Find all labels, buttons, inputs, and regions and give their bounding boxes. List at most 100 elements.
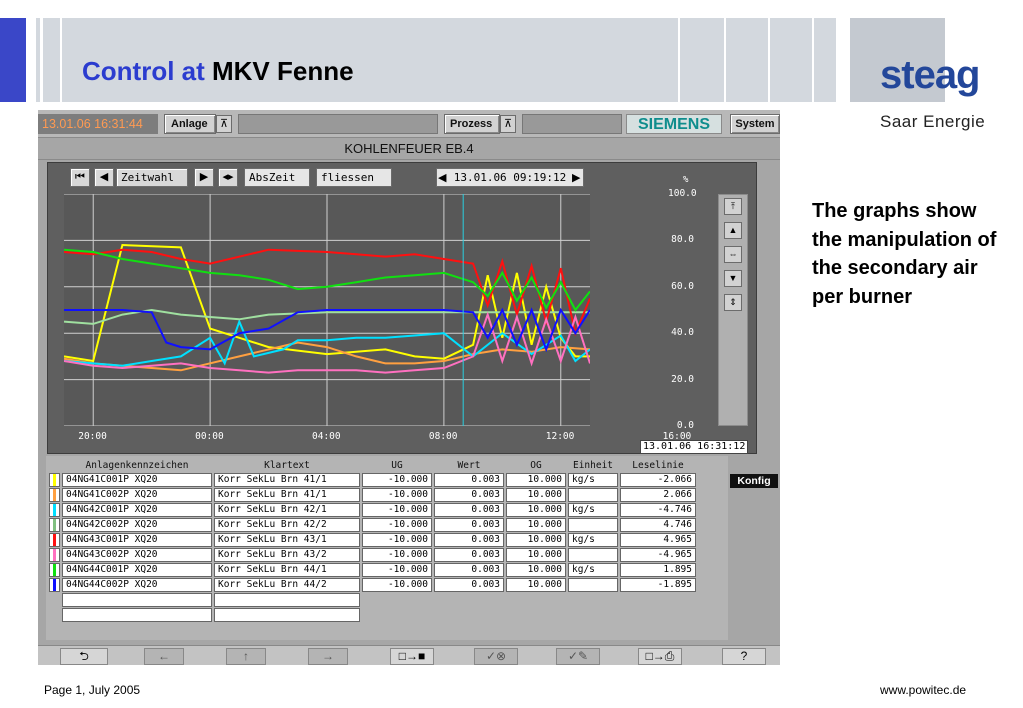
title-part-1: Control at (82, 56, 205, 86)
einheit-cell (568, 488, 618, 502)
tag-cell: 04NG42C002P XQ20 (62, 518, 212, 532)
einheit-cell (568, 518, 618, 532)
wert-cell: 0.003 (434, 548, 504, 562)
prev-page-icon[interactable]: ◀ (94, 168, 114, 187)
table-row[interactable]: 04NG43C001P XQ20 Korr SekLu Brn 43/1 -10.0… (49, 533, 696, 547)
y-tick-label: 20.0 (671, 373, 694, 385)
leselinie-cell: 2.066 (620, 488, 696, 502)
empty-cell[interactable] (62, 608, 212, 622)
klartext-cell: Korr SekLu Brn 43/2 (214, 548, 360, 562)
pin-icon[interactable]: ⊼ (216, 115, 232, 133)
x-tick-label: 12:00 (545, 431, 575, 442)
zoom-top-icon[interactable]: ⤒ (724, 198, 742, 215)
scada-window: 13.01.06 16:31:44 Anlage ⊼ Prozess ⊼ SIE… (38, 110, 780, 665)
x-tick-label: 08:00 (428, 431, 458, 442)
og-cell: 10.000 (506, 503, 566, 517)
up-button[interactable]: ↑ (226, 648, 266, 665)
konfig-button[interactable]: Konfig (730, 474, 778, 488)
slide-title: Control at MKV Fenne (82, 56, 354, 87)
zoom-both-icon[interactable]: ⇕ (724, 294, 742, 311)
tag-cell: 04NG44C001P XQ20 (62, 563, 212, 577)
forward-button[interactable]: → (308, 648, 348, 665)
cursor-left-icon[interactable]: ◀ (438, 171, 446, 184)
table-row[interactable]: 04NG42C002P XQ20 Korr SekLu Brn 42/2 -10.0… (49, 518, 696, 532)
prozess-label: Prozess (450, 118, 493, 130)
abszeit-field[interactable]: AbsZeit (244, 168, 310, 187)
table-row[interactable]: 04NG42C001P XQ20 Korr SekLu Brn 42/1 -10.0… (49, 503, 696, 517)
logo-subtitle: Saar Energie (880, 112, 986, 131)
first-page-icon[interactable]: ⏮ (70, 168, 90, 187)
einheit-cell (568, 578, 618, 592)
empty-cell[interactable] (62, 593, 212, 607)
prozess-button[interactable]: Prozess (444, 114, 500, 134)
wert-cell: 0.003 (434, 473, 504, 487)
color-swatch (49, 533, 60, 547)
series-color-swatch (53, 504, 56, 516)
fliessen-field[interactable]: fliessen (316, 168, 392, 187)
system-button[interactable]: System (730, 114, 780, 134)
header-leselinie: Leselinie (632, 460, 684, 471)
split-icon[interactable]: ◂▸ (218, 168, 238, 187)
empty-cell (49, 593, 60, 607)
series-color-swatch (53, 579, 56, 591)
ug-cell: -10.000 (362, 533, 432, 547)
steag-logo: steag (880, 53, 980, 97)
empty-row (49, 593, 696, 607)
ug-cell: -10.000 (362, 548, 432, 562)
tag-cell: 04NG42C001P XQ20 (62, 503, 212, 517)
series-color-swatch (53, 534, 56, 546)
wert-cell: 0.003 (434, 563, 504, 577)
color-swatch (49, 548, 60, 562)
zeitwahl-button[interactable]: Zeitwahl (116, 168, 188, 187)
header-swatch (49, 459, 60, 472)
leselinie-cell: 4.746 (620, 518, 696, 532)
export-button[interactable]: □→■ (390, 648, 434, 665)
klartext-cell: Korr SekLu Brn 44/1 (214, 563, 360, 577)
back-button[interactable]: ← (144, 648, 184, 665)
pin-icon[interactable]: ⊼ (500, 115, 516, 133)
prozess-field (522, 114, 622, 134)
header-tag: Anlagenkennzeichen (85, 460, 189, 471)
current-time-stamp: 13.01.06 16:31:12 (640, 440, 748, 454)
ug-cell: -10.000 (362, 503, 432, 517)
ug-cell: -10.000 (362, 488, 432, 502)
anlage-button[interactable]: Anlage (164, 114, 216, 134)
tag-cell: 04NG44C002P XQ20 (62, 578, 212, 592)
slide-description: The graphs show the manipulation of the … (812, 200, 997, 308)
tag-cell: 04NG43C001P XQ20 (62, 533, 212, 547)
og-cell: 10.000 (506, 578, 566, 592)
klartext-cell: Korr SekLu Brn 41/1 (214, 473, 360, 487)
leselinie-cell: -4.746 (620, 503, 696, 517)
table-row[interactable]: 04NG44C002P XQ20 Korr SekLu Brn 44/2 -10.0… (49, 578, 696, 592)
confirm-cancel-button[interactable]: ✓⊗ (474, 648, 518, 665)
y-tick-label: 60.0 (671, 280, 694, 292)
system-label: System (735, 118, 775, 130)
cursor-right-icon[interactable]: ▶ (572, 171, 580, 184)
wert-cell: 0.003 (434, 503, 504, 517)
klartext-cell: Korr SekLu Brn 41/1 (214, 488, 360, 502)
zoom-fit-icon[interactable]: ⇔ (724, 246, 742, 263)
empty-cell[interactable] (214, 593, 360, 607)
anlage-label: Anlage (171, 118, 208, 130)
empty-cell[interactable] (214, 608, 360, 622)
print-button[interactable]: □→⎙ (638, 648, 682, 665)
zoom-down-icon[interactable]: ▼ (724, 270, 742, 287)
einheit-cell: kg/s (568, 473, 618, 487)
table-row[interactable]: 04NG43C002P XQ20 Korr SekLu Brn 43/2 -10.0… (49, 548, 696, 562)
undo-button[interactable]: ⮌ (60, 648, 108, 665)
cursor-time-field[interactable]: 13.01.06 09:19:12 (436, 168, 584, 187)
next-page-icon[interactable]: ▶ (194, 168, 214, 187)
help-button[interactable]: ? (722, 648, 766, 665)
color-swatch (49, 488, 60, 502)
zoom-up-icon[interactable]: ▲ (724, 222, 742, 239)
table-header-row: Anlagenkennzeichen Klartext UG Wert OG E… (49, 459, 696, 472)
confirm-edit-button[interactable]: ✓✎ (556, 648, 600, 665)
header-stripe (812, 18, 814, 102)
empty-row (49, 608, 696, 622)
leselinie-cell: 1.895 (620, 563, 696, 577)
table-row[interactable]: 04NG41C001P XQ20 Korr SekLu Brn 41/1 -10.0… (49, 473, 696, 487)
table-row[interactable]: 04NG41C002P XQ20 Korr SekLu Brn 41/1 -10.0… (49, 488, 696, 502)
scada-top-bar: 13.01.06 16:31:44 Anlage ⊼ Prozess ⊼ SIE… (38, 110, 780, 138)
table-row[interactable]: 04NG44C001P XQ20 Korr SekLu Brn 44/1 -10.0… (49, 563, 696, 577)
color-swatch (49, 563, 60, 577)
